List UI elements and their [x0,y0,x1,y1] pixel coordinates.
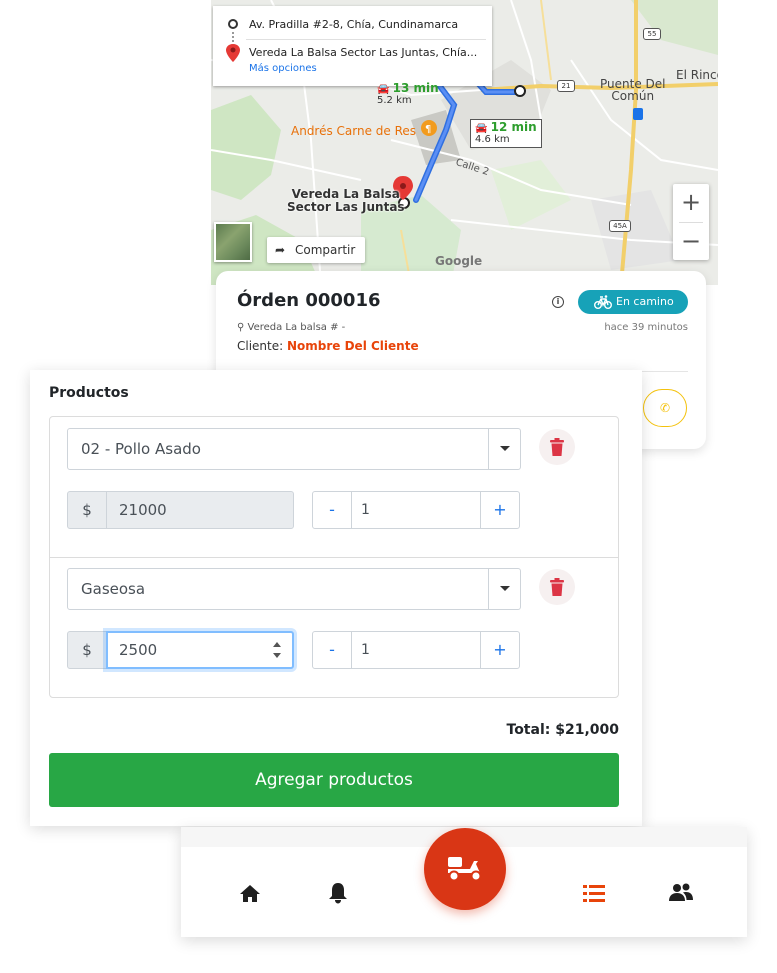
call-button[interactable]: ✆ [643,389,687,427]
product-list: 02 - Pollo Asado $ 21000 - 1 + Gaseosa $… [49,416,619,698]
phone-icon: ✆ [659,401,671,415]
zoom-controls: + − [673,184,709,260]
add-products-button[interactable]: Agregar productos [49,753,619,807]
price-input[interactable]: 21000 [106,491,294,529]
origin-icon [228,19,238,29]
car-icon: 🚘 [377,84,390,95]
quantity-stepper: - 1 + [312,491,520,529]
trash-icon [550,578,564,596]
status-badge: En camino [578,290,688,314]
eta-secondary-distance: 4.6 km [475,134,510,145]
products-heading: Productos [49,385,129,401]
currency-addon: $ [67,631,107,669]
eta-secondary[interactable]: 🚘 12 min 4.6 km [470,119,542,148]
share-label: Compartir [295,243,356,257]
zoom-in-button[interactable]: + [673,184,709,222]
decrease-quantity-button[interactable]: - [312,631,352,669]
route-shield-21: 21 [557,80,575,92]
currency-addon: $ [67,491,107,529]
decrease-quantity-button[interactable]: - [312,491,352,529]
quantity-stepper: - 1 + [312,631,520,669]
status-label: En camino [616,295,674,308]
order-address: ⚲ Vereda La balsa # - [237,322,345,333]
info-icon[interactable]: i [552,296,564,308]
restaurant-label: Andrés Carne de Res [291,124,417,138]
order-address-text: Vereda La balsa # - [247,322,346,333]
destination-pin-icon [226,44,240,62]
price-input-group: $ 21000 [67,491,294,529]
chevron-down-icon[interactable] [488,429,520,469]
increase-quantity-button[interactable]: + [480,631,520,669]
destination-map-label: Vereda La Balsa Sector Las Juntas [287,188,405,214]
bicycle-icon [594,295,612,309]
location-pin-icon: ⚲ [237,322,245,333]
eta-primary-time: 13 min [392,81,439,95]
rinco-label: El Rinco [676,68,718,82]
delete-product-button[interactable] [539,429,575,465]
bell-icon[interactable] [324,879,352,907]
delete-product-button[interactable] [539,569,575,605]
bottom-navigation [181,827,747,937]
home-icon[interactable] [236,879,264,907]
route-shield-55: 55 [643,28,661,40]
destination-label-line2: Sector Las Juntas [287,200,405,214]
origin-address[interactable]: Av. Pradilla #2-8, Chía, Cundinamarca [249,18,458,31]
delivery-fab-button[interactable] [424,828,506,910]
more-options-link[interactable]: Más opciones [249,63,317,74]
client-label: Cliente: [237,339,287,353]
order-total: Total: $21,000 [506,722,620,738]
users-icon[interactable] [667,879,695,907]
destination-address[interactable]: Vereda La Balsa Sector Las Juntas, Chía.… [249,46,477,59]
number-spinner-icon[interactable] [272,641,282,659]
product-select-value: 02 - Pollo Asado [81,440,201,458]
share-arrow-icon: ➦ [275,243,286,257]
route-shield-45a: 45A [609,220,631,232]
product-select-value: Gaseosa [81,580,146,598]
price-input-group: $ 2500 [67,631,294,669]
quantity-input[interactable]: 1 [351,631,481,669]
order-title: Órden 000016 [237,290,381,311]
car-icon: 🚘 [475,123,488,134]
order-client: Cliente: Nombre Del Cliente [237,339,419,353]
destination-label-line1: Vereda La Balsa [291,187,400,201]
order-time-ago: hace 39 minutos [604,322,688,333]
route-map[interactable]: ¶ Av. Pradilla #2-8, Chía, Cundinamarca … [211,0,718,285]
share-button[interactable]: ➦ Compartir [267,237,365,263]
eta-primary[interactable]: 🚘 13 min 5.2 km [373,81,443,108]
product-divider [50,557,618,558]
google-logo: Google [435,254,483,268]
eta-primary-distance: 5.2 km [377,95,412,106]
chevron-down-icon[interactable] [488,569,520,609]
svg-text:¶: ¶ [425,124,431,135]
products-panel: Productos 02 - Pollo Asado $ 21000 - 1 +… [30,370,642,826]
quantity-input[interactable]: 1 [351,491,481,529]
price-input[interactable]: 2500 [106,631,294,669]
increase-quantity-button[interactable]: + [480,491,520,529]
price-input-value: 2500 [119,641,158,659]
eta-secondary-time: 12 min [490,120,537,134]
client-name: Nombre Del Cliente [286,339,419,353]
scooter-icon [448,857,482,882]
route-dots [232,32,234,42]
zoom-out-button[interactable]: − [673,223,709,261]
town-label: Puente Del Común [600,78,665,102]
list-icon[interactable] [580,879,608,907]
directions-box: Av. Pradilla #2-8, Chía, Cundinamarca Ve… [213,6,492,86]
product-select[interactable]: Gaseosa [67,568,521,610]
town-label-line2: Común [611,89,655,103]
directions-divider [246,39,486,40]
product-select[interactable]: 02 - Pollo Asado [67,428,521,470]
trash-icon [550,438,564,456]
satellite-toggle[interactable] [214,222,252,262]
